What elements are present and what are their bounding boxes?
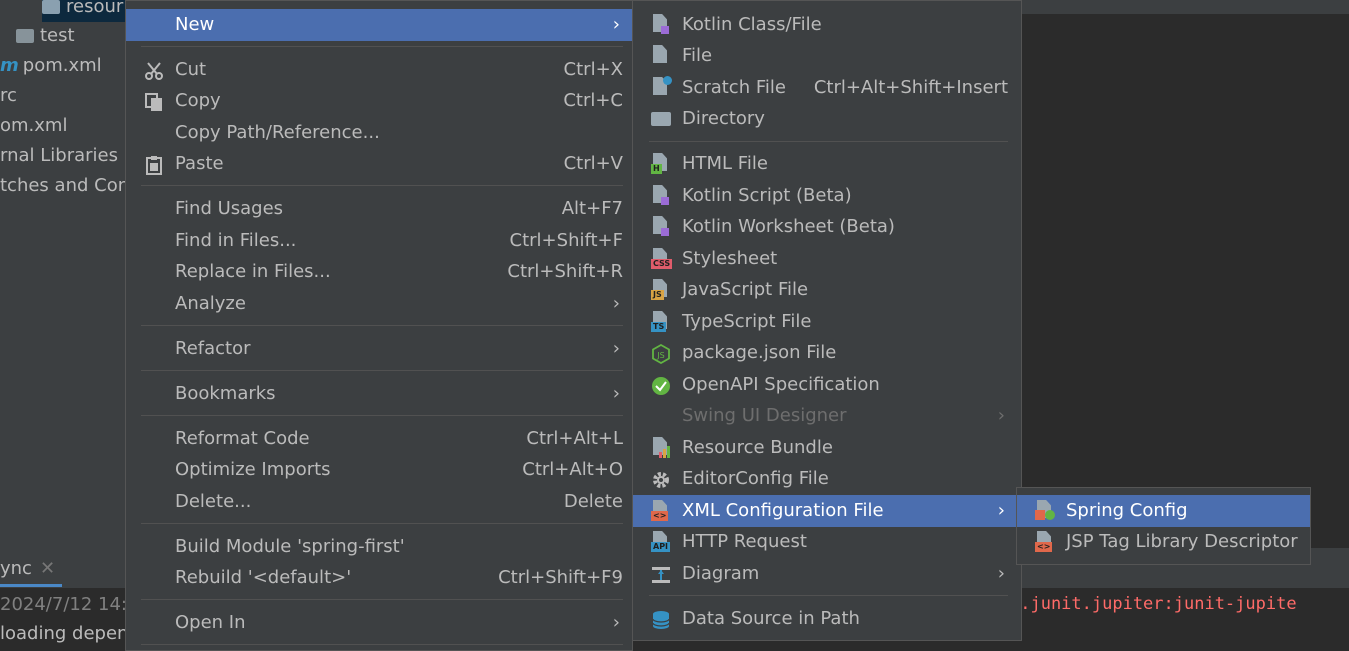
- chevron-right-icon: ›: [612, 612, 620, 633]
- tree-item-external-libraries[interactable]: rnal Libraries: [0, 141, 118, 171]
- tree-item-pom[interactable]: m pom.xml: [0, 51, 102, 81]
- menu-item-cut[interactable]: Cut Ctrl+X: [126, 54, 632, 86]
- menu-item-delete[interactable]: Delete... Delete: [126, 486, 632, 518]
- separator: [649, 595, 1008, 596]
- chevron-right-icon: ›: [997, 563, 1005, 584]
- chevron-right-icon: ›: [612, 293, 620, 314]
- chevron-right-icon: ›: [612, 14, 620, 35]
- menu-item-copy-path[interactable]: Copy Path/Reference...: [126, 117, 632, 149]
- new-item-resource-bundle[interactable]: Resource Bundle: [633, 432, 1021, 464]
- new-item-directory[interactable]: Directory: [633, 103, 1021, 135]
- openapi-icon: [651, 375, 671, 395]
- database-icon: [651, 609, 671, 629]
- menu-item-find-usages[interactable]: Find Usages Alt+F7: [126, 193, 632, 225]
- svg-text:JS: JS: [656, 351, 664, 360]
- sync-timestamp: 2024/7/12 14:: [0, 594, 127, 615]
- sync-status: loading depen: [0, 623, 129, 644]
- separator: [141, 370, 623, 371]
- menu-item-find-in-files[interactable]: Find in Files... Ctrl+Shift+F: [126, 225, 632, 257]
- menu-item-bookmarks[interactable]: Bookmarks ›: [126, 378, 632, 410]
- new-item-html-file[interactable]: H HTML File: [633, 148, 1021, 180]
- menu-item-copy[interactable]: Copy Ctrl+C: [126, 85, 632, 117]
- sync-tab[interactable]: ync ✕: [0, 556, 55, 582]
- menu-item-refactor[interactable]: Refactor ›: [126, 333, 632, 365]
- xml-item-jsp-tag-library[interactable]: <> JSP Tag Library Descriptor: [1017, 526, 1310, 558]
- menu-item-rebuild[interactable]: Rebuild '<default>' Ctrl+Shift+F9: [126, 562, 632, 594]
- gear-icon: [651, 469, 671, 489]
- copy-icon: [144, 91, 164, 111]
- error-output: g.junit.jupiter:junit-jupite: [1010, 594, 1297, 614]
- separator: [141, 46, 623, 47]
- new-item-file[interactable]: File: [633, 40, 1021, 72]
- separator: [141, 185, 623, 186]
- folder-icon: [42, 0, 60, 14]
- tree-item-pom-root[interactable]: om.xml: [0, 111, 67, 141]
- separator: [649, 141, 1008, 142]
- diagram-icon: [651, 564, 671, 584]
- menu-item-paste[interactable]: Paste Ctrl+V: [126, 148, 632, 180]
- menu-item-new[interactable]: New ›: [126, 9, 632, 41]
- tree-item-test[interactable]: test: [16, 21, 75, 51]
- new-item-package-json[interactable]: JS package.json File: [633, 337, 1021, 369]
- menu-item-replace-in-files[interactable]: Replace in Files... Ctrl+Shift+R: [126, 256, 632, 288]
- menu-item-analyze[interactable]: Analyze ›: [126, 288, 632, 320]
- new-item-kotlin-class[interactable]: Kotlin Class/File: [633, 9, 1021, 41]
- file-icon: [653, 45, 667, 63]
- scissors-icon: [144, 60, 164, 80]
- chevron-right-icon: ›: [612, 338, 620, 359]
- chevron-right-icon: ›: [997, 405, 1005, 426]
- separator: [141, 599, 623, 600]
- tree-item-src[interactable]: rc: [0, 81, 17, 111]
- close-icon[interactable]: ✕: [40, 558, 55, 579]
- menu-item-open-in[interactable]: Open In ›: [126, 607, 632, 639]
- nodejs-icon: JS: [651, 343, 671, 365]
- context-menu: New › Cut Ctrl+X Copy Ctrl+C Copy Path/R…: [125, 0, 633, 651]
- folder-icon: [16, 29, 34, 43]
- new-item-javascript-file[interactable]: JS JavaScript File: [633, 274, 1021, 306]
- menu-item-optimize-imports[interactable]: Optimize Imports Ctrl+Alt+O: [126, 454, 632, 486]
- new-item-editorconfig[interactable]: EditorConfig File: [633, 463, 1021, 495]
- new-item-swing-ui-designer[interactable]: Swing UI Designer ›: [633, 400, 1021, 432]
- new-item-openapi[interactable]: OpenAPI Specification: [633, 369, 1021, 401]
- separator: [141, 523, 623, 524]
- new-item-xml-configuration-file[interactable]: <> XML Configuration File ›: [633, 495, 1021, 527]
- new-item-stylesheet[interactable]: CSS Stylesheet: [633, 243, 1021, 275]
- paste-icon: [144, 154, 164, 175]
- new-submenu: Kotlin Class/File File Scratch File Ctrl…: [632, 0, 1022, 641]
- separator: [141, 415, 623, 416]
- project-tree: resour test m pom.xml rc om.xml rnal Libr…: [0, 0, 126, 548]
- menu-item-reformat-code[interactable]: Reformat Code Ctrl+Alt+L: [126, 423, 632, 455]
- separator: [141, 325, 623, 326]
- new-item-diagram[interactable]: Diagram ›: [633, 558, 1021, 590]
- chevron-right-icon: ›: [997, 500, 1005, 521]
- new-item-scratch-file[interactable]: Scratch File Ctrl+Alt+Shift+Insert: [633, 72, 1021, 104]
- menu-item-build-module[interactable]: Build Module 'spring-first': [126, 531, 632, 563]
- folder-icon: [651, 112, 671, 126]
- tree-item-resources[interactable]: resour: [42, 0, 126, 22]
- xml-configuration-submenu: Spring Config <> JSP Tag Library Descrip…: [1016, 487, 1311, 565]
- new-item-typescript-file[interactable]: TS TypeScript File: [633, 306, 1021, 338]
- tree-item-scratches[interactable]: tches and Cons: [0, 171, 126, 201]
- tab-underline: [0, 584, 62, 587]
- new-item-data-source-in-path[interactable]: Data Source in Path: [633, 603, 1021, 635]
- xml-item-spring-config[interactable]: Spring Config: [1017, 495, 1310, 527]
- new-item-kotlin-worksheet[interactable]: Kotlin Worksheet (Beta): [633, 211, 1021, 243]
- chevron-right-icon: ›: [612, 383, 620, 404]
- new-item-kotlin-script[interactable]: Kotlin Script (Beta): [633, 180, 1021, 212]
- new-item-http-request[interactable]: API HTTP Request: [633, 526, 1021, 558]
- editor-area: [1022, 14, 1349, 548]
- editor-tab-bar: [1022, 0, 1349, 14]
- maven-icon: m: [0, 55, 19, 76]
- separator: [141, 644, 623, 645]
